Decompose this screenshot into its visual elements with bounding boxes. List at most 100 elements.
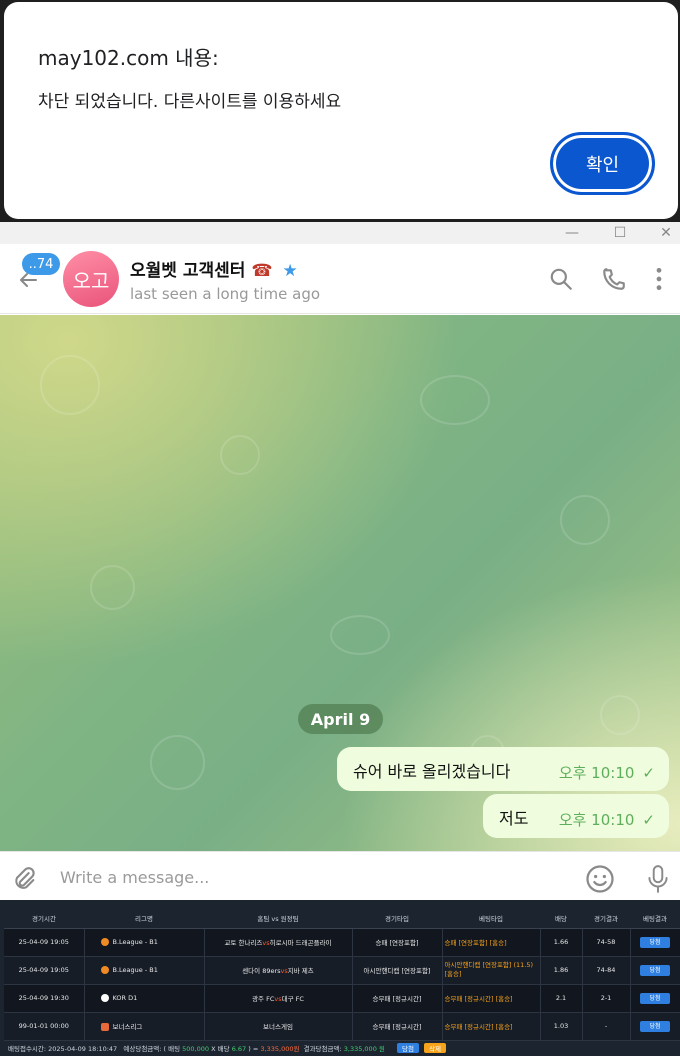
doodle-shape [420, 375, 490, 425]
basketball-icon [100, 966, 109, 974]
win-status-button[interactable]: 당첨 [396, 1043, 419, 1053]
message-bubble[interactable]: 슈어 바로 올리겠습니다 오후 10:10 ✓ [337, 747, 669, 791]
telephone-icon: ☎ [251, 261, 273, 281]
alert-title: may102.com 내용: [38, 46, 219, 70]
maximize-icon[interactable]: ☐ [604, 222, 636, 244]
table-row: 25-04-09 19:05 B.League - B1 교토 한나리즈vs히로… [4, 928, 680, 957]
vs-label: vs [274, 995, 282, 1003]
match-time: 25-04-09 19:05 [4, 956, 85, 985]
alert-message: 차단 되었습니다. 다른사이트를 이용하세요 [38, 92, 342, 112]
league-name: 보너스리그 [112, 1023, 143, 1031]
home-team: 광주 FC [252, 995, 275, 1003]
delete-button[interactable]: 삭제 [424, 1043, 446, 1053]
total-odds: 6.67 [231, 1045, 247, 1053]
check-icon: ✓ [642, 764, 655, 782]
away-team: 대구 FC [281, 995, 304, 1003]
message-input[interactable] [60, 864, 540, 890]
bet-table-wrap: 경기시간 리그명 홈팀 vs 원정팀 경기타입 베팅타입 배당 경기결과 베팅결… [4, 908, 680, 1041]
header-cell: 리그명 [84, 908, 204, 929]
bet-outcome-cell: 당첨 [630, 984, 680, 1013]
doodle-shape [220, 435, 260, 475]
last-seen-status: last seen a long time ago [130, 285, 321, 303]
check-icon: ✓ [642, 811, 655, 829]
teams-cell: 광주 FCvs대구 FC [204, 984, 353, 1013]
bet-outcome-cell: 당첨 [630, 956, 680, 985]
bet-time: 배팅접수시간: 2025-04-09 18:10:47 [8, 1045, 118, 1053]
bet-table-header: 경기시간 리그명 홈팀 vs 원정팀 경기타입 베팅타입 배당 경기결과 베팅결… [4, 908, 680, 929]
minimize-icon[interactable]: — [556, 222, 588, 244]
league-cell: KOR D1 [84, 984, 205, 1013]
message-time: 오후 10:10 [558, 764, 635, 782]
bet-type: 승무패 [정규시간] [홈승] [442, 1012, 541, 1041]
header-cell: 베팅타입 [442, 908, 540, 929]
league-name: B.League - B1 [112, 966, 158, 974]
table-row: 25-04-09 19:30 KOR D1 광주 FCvs대구 FC 승무패 [… [4, 984, 680, 1013]
more-vertical-icon[interactable] [646, 266, 672, 292]
odds: 1.03 [540, 1012, 583, 1041]
league-name: KOR D1 [112, 994, 138, 1002]
times-label: X 배당 [211, 1045, 230, 1053]
bet-summary-footer: 배팅접수시간: 2025-04-09 18:10:47 예상당첨금액: ( 배팅… [8, 1043, 446, 1053]
result-amount: 3,335,000 원 [343, 1045, 385, 1053]
vs-label: vs [280, 967, 288, 975]
match-time: 99-01-01 00:00 [4, 1012, 85, 1041]
window-titlebar: — ☐ ✕ [0, 222, 680, 244]
bet-type: 승무패 [정규시간] [홈승] [442, 984, 541, 1013]
table-row: 25-04-09 19:05 B.League - B1 센다이 89ersvs… [4, 956, 680, 985]
emoji-icon[interactable] [585, 864, 615, 894]
header-cell: 경기타입 [352, 908, 442, 929]
teams-cell: 교토 한나리즈vs히로시마 드래곤플라이 [204, 928, 353, 957]
outcome-badge[interactable]: 당첨 [640, 936, 670, 948]
expected-amount: 3,335,000원 [260, 1045, 300, 1053]
alert-ok-button[interactable]: 확인 [550, 132, 655, 195]
odds: 2.1 [540, 984, 583, 1013]
date-divider: April 9 [298, 704, 383, 734]
match-time: 25-04-09 19:30 [4, 984, 85, 1013]
home-team: 센다이 89ers [242, 967, 281, 975]
star-icon: ★ [282, 261, 298, 281]
match-result: 74-58 [582, 928, 631, 957]
chat-header: ..74 오고 오월벳 고객센터 ☎ ★ last seen a long ti… [0, 244, 680, 314]
bet-table: 경기시간 리그명 홈팀 vs 원정팀 경기타입 베팅타입 배당 경기결과 베팅결… [4, 908, 680, 1041]
doodle-shape [600, 695, 640, 735]
message-time: 오후 10:10 [558, 811, 635, 829]
chat-background: April 9 슈어 바로 올리겠습니다 오후 10:10 ✓ 저도 오후 10:… [0, 315, 680, 851]
doodle-shape [330, 615, 390, 655]
result-label: 결과당첨금액: [303, 1045, 342, 1053]
header-cell: 배당 [540, 908, 582, 929]
teams-cell: 센다이 89ersvs지바 제츠 [204, 956, 353, 985]
bet-type: 아시안핸디캡 [연장포함] (11.5) [홈승] [442, 956, 541, 985]
message-meta: 오후 10:10 ✓ [559, 762, 655, 783]
attach-icon[interactable] [10, 865, 38, 893]
league-cell: B.League - B1 [84, 928, 205, 957]
match-result: 74-84 [582, 956, 631, 985]
contact-name[interactable]: 오월벳 고객센터 ☎ ★ [130, 256, 298, 281]
stake-amount: 500,000 [182, 1045, 210, 1053]
search-icon[interactable] [548, 266, 574, 292]
shield-icon [100, 1023, 109, 1031]
message-meta: 오후 10:10 ✓ [559, 809, 655, 830]
basketball-icon [100, 938, 109, 946]
avatar[interactable]: 오고 [63, 251, 119, 307]
expected-label: 예상당첨금액: ( 배팅 [123, 1045, 181, 1053]
screenshot-root: may102.com 내용: 차단 되었습니다. 다른사이트를 이용하세요 확인… [0, 0, 680, 1056]
close-icon[interactable]: ✕ [650, 222, 680, 244]
teams-cell: 보너스게임 [204, 1012, 353, 1041]
message-text: 저도 [499, 809, 529, 828]
away-team: 히로시마 드래곤플라이 [269, 939, 332, 947]
outcome-badge[interactable]: 당첨 [640, 964, 670, 976]
phone-icon[interactable] [601, 266, 627, 292]
message-bubble[interactable]: 저도 오후 10:10 ✓ [483, 794, 669, 838]
header-cell: 경기결과 [582, 908, 630, 929]
header-cell: 경기시간 [4, 908, 84, 929]
league-name: B.League - B1 [112, 938, 158, 946]
outcome-badge[interactable]: 당첨 [640, 992, 670, 1004]
match-result: 2-1 [582, 984, 631, 1013]
outcome-badge[interactable]: 당첨 [640, 1020, 670, 1032]
header-cell: 베팅결과 [630, 908, 680, 929]
microphone-icon[interactable] [645, 864, 671, 894]
table-row: 99-01-01 00:00 보너스리그 보너스게임 승무패 [정규시간] 승무… [4, 1012, 680, 1041]
league-cell: B.League - B1 [84, 956, 205, 985]
unread-count-badge: ..74 [22, 253, 60, 275]
message-composer [0, 851, 680, 900]
